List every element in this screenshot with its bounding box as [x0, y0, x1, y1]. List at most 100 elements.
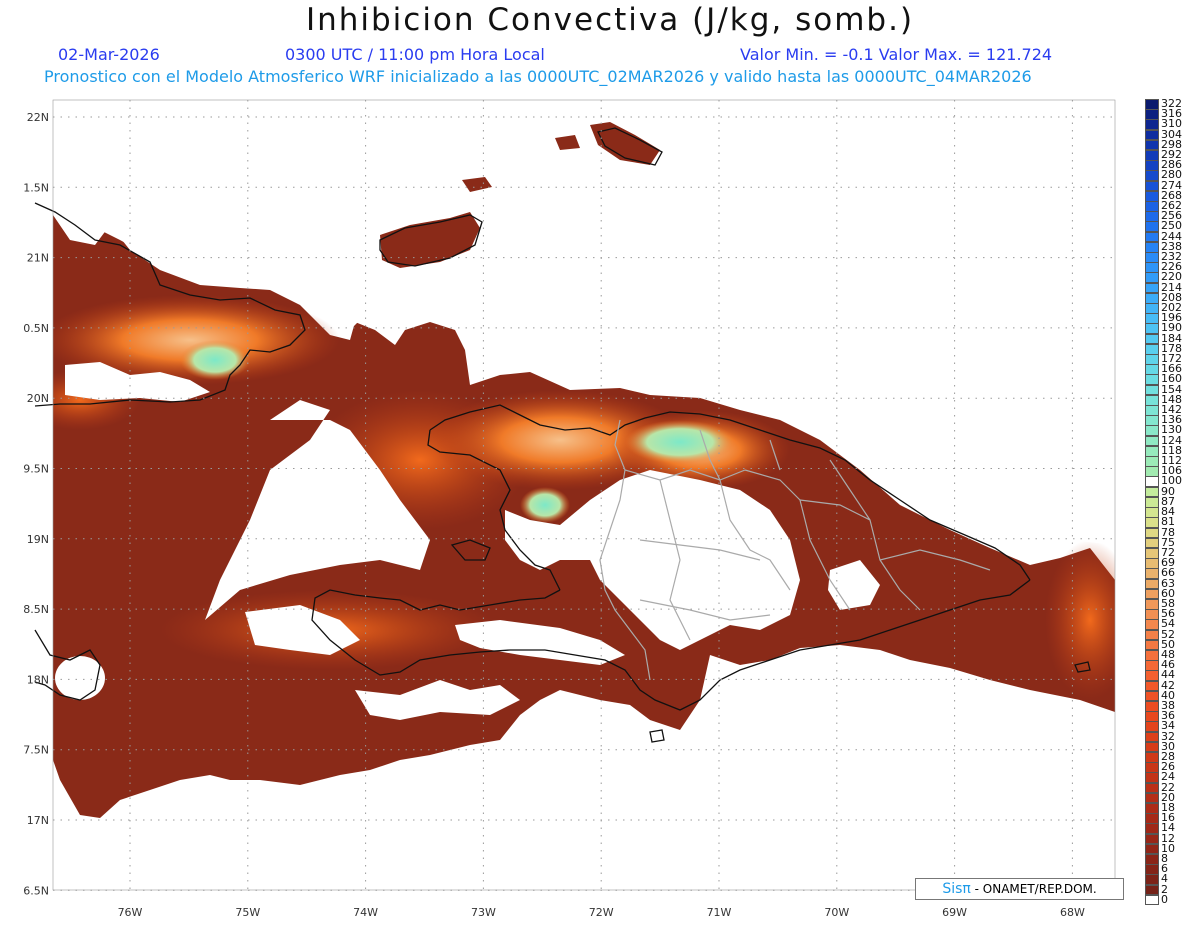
colorbar-swatch	[1145, 558, 1159, 569]
colorbar-swatch	[1145, 252, 1159, 263]
colorbar-swatch	[1145, 394, 1159, 406]
colorbar-swatch	[1145, 303, 1159, 314]
colorbar-swatch	[1145, 578, 1159, 590]
lat-label: 20N	[27, 392, 49, 405]
colorbar-swatch	[1145, 272, 1159, 284]
colorbar-swatch	[1145, 527, 1159, 539]
cin-low-patch-3	[180, 340, 250, 380]
coast-saona	[649, 729, 665, 743]
colorbar-swatch	[1145, 384, 1159, 396]
colorbar-swatch	[1145, 639, 1159, 651]
colorbar-swatch	[1145, 670, 1159, 682]
lon-label: 68W	[1060, 906, 1085, 919]
colorbar: 322 316 310 304 298 292 286 280 274 268 262 256 250 2…	[1145, 98, 1191, 906]
colorbar-swatch	[1145, 547, 1159, 559]
colorbar-swatch	[1145, 99, 1159, 110]
colorbar-swatch	[1145, 660, 1159, 671]
colorbar-swatch	[1145, 507, 1159, 518]
colorbar-swatch	[1145, 425, 1159, 437]
lon-label: 70W	[824, 906, 849, 919]
colorbar-swatch	[1145, 700, 1159, 712]
lon-label: 71W	[707, 906, 732, 919]
colorbar-swatch	[1145, 221, 1159, 233]
credit-box: Sisπ - ONAMET/REP.DOM.	[915, 878, 1124, 900]
lat-label: 7.5N	[23, 744, 49, 757]
colorbar-swatch	[1145, 333, 1159, 345]
lat-label: 6.5N	[23, 884, 49, 897]
colorbar-swatch	[1145, 517, 1159, 528]
colorbar-swatch	[1145, 262, 1159, 273]
lat-label: 22N	[27, 111, 49, 124]
cin-field	[53, 100, 1115, 818]
colorbar-swatch	[1145, 853, 1159, 865]
colorbar-swatch	[1145, 629, 1159, 641]
lon-label: 74W	[353, 906, 378, 919]
lat-label: 19N	[27, 533, 49, 546]
colorbar-swatch	[1145, 313, 1159, 324]
colorbar-swatch	[1145, 129, 1159, 141]
colorbar-swatch	[1145, 292, 1159, 304]
cin-low-patch-2	[520, 487, 570, 523]
sispi-logo: Sisπ	[942, 881, 971, 897]
cin-low-patch-1	[625, 420, 735, 464]
credit-text: - ONAMET/REP.DOM.	[974, 882, 1097, 896]
colorbar-swatch	[1145, 343, 1159, 355]
colorbar-swatch	[1145, 170, 1159, 182]
colorbar-swatch	[1145, 751, 1159, 763]
colorbar-swatch	[1145, 211, 1159, 222]
lat-label: 8.5N	[23, 603, 49, 616]
colorbar-swatch	[1145, 843, 1159, 855]
colorbar-swatch	[1145, 435, 1159, 447]
latitude-labels: 22N 1.5N 21N 0.5N 20N 9.5N 19N 8.5N 18N 7.5N 17N 6.…	[23, 111, 49, 897]
colorbar-swatch	[1145, 802, 1159, 814]
lat-label: 0.5N	[23, 322, 49, 335]
colorbar-swatch	[1145, 711, 1159, 722]
colorbar-swatch	[1145, 231, 1159, 243]
colorbar-swatch	[1145, 823, 1159, 835]
colorbar-swatch	[1145, 619, 1159, 631]
colorbar-swatch	[1145, 150, 1159, 161]
colorbar-swatch	[1145, 476, 1159, 488]
longitude-labels: 76W 75W 74W 73W 72W 71W 70W 69W 68W	[118, 906, 1085, 919]
colorbar-swatch	[1145, 588, 1159, 600]
lon-label: 69W	[942, 906, 967, 919]
colorbar-swatch	[1145, 609, 1159, 620]
lon-label: 75W	[235, 906, 260, 919]
colorbar-swatch	[1145, 741, 1159, 753]
colorbar-swatch	[1145, 119, 1159, 131]
colorbar-swatch	[1145, 374, 1159, 386]
colorbar-swatch	[1145, 568, 1159, 579]
colorbar-swatch	[1145, 496, 1159, 508]
lon-label: 72W	[589, 906, 614, 919]
colorbar-swatch	[1145, 690, 1159, 702]
colorbar-swatch	[1145, 864, 1159, 875]
colorbar-swatch	[1145, 466, 1159, 477]
colorbar-swatch	[1145, 486, 1159, 498]
colorbar-swatch	[1145, 874, 1159, 886]
colorbar-swatch	[1145, 415, 1159, 426]
colorbar-swatch	[1145, 241, 1159, 253]
lat-label: 1.5N	[23, 181, 49, 194]
colorbar-swatch	[1145, 894, 1159, 906]
lat-label: 9.5N	[23, 463, 49, 476]
colorbar-swatch	[1145, 792, 1159, 804]
colorbar-swatch	[1145, 762, 1159, 773]
lon-label: 73W	[471, 906, 496, 919]
colorbar-swatch	[1145, 731, 1159, 743]
colorbar-swatch	[1145, 323, 1159, 335]
cin-band-east	[1045, 540, 1115, 700]
colorbar-swatch	[1145, 190, 1159, 202]
colorbar-swatch	[1145, 180, 1159, 192]
colorbar-swatch	[1145, 537, 1159, 549]
colorbar-swatch	[1145, 405, 1159, 416]
colorbar-swatch	[1145, 772, 1159, 784]
colorbar-swatch	[1145, 884, 1159, 896]
colorbar-swatch	[1145, 364, 1159, 375]
cin-map: 22N 1.5N 21N 0.5N 20N 9.5N 19N 8.5N 18N 7.5N 17N 6.…	[23, 99, 1116, 919]
colorbar-swatch	[1145, 456, 1159, 467]
colorbar-swatch	[1145, 813, 1159, 824]
colorbar-swatch	[1145, 445, 1159, 457]
colorbar-swatch	[1145, 201, 1159, 212]
colorbar-swatch	[1145, 354, 1159, 365]
colorbar-label: 0	[1161, 892, 1168, 906]
